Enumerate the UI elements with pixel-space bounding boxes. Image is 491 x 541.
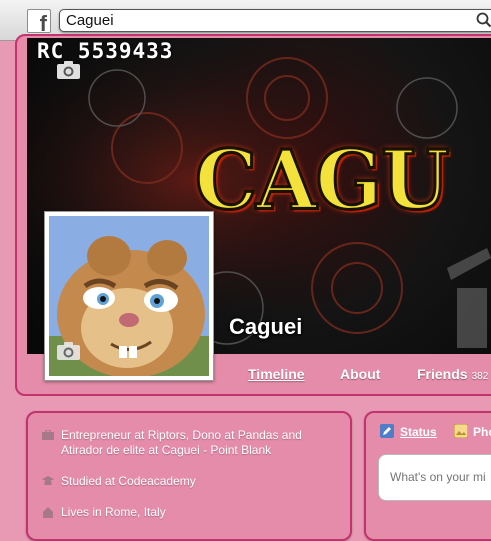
pencil-icon[interactable] xyxy=(380,424,394,438)
tab-timeline[interactable]: Timeline xyxy=(248,366,305,382)
tab-friends[interactable]: Friends 382 xyxy=(417,366,488,382)
photo-icon[interactable] xyxy=(454,424,468,438)
intro-work-text: Entrepreneur at Riptors, Dono at Pandas … xyxy=(61,428,302,457)
tab-status[interactable]: Status xyxy=(400,425,437,439)
graduation-cap-icon xyxy=(42,476,54,485)
intro-location-text: Lives in Rome, Italy xyxy=(61,505,166,519)
tab-about[interactable]: About xyxy=(340,366,380,382)
profile-camera-icon[interactable] xyxy=(56,341,81,361)
status-input[interactable] xyxy=(390,470,491,484)
house-icon xyxy=(43,507,53,518)
intro-education-text: Studied at Codeacademy xyxy=(61,474,196,488)
tab-photo[interactable]: Pho xyxy=(473,425,491,439)
profile-tabs: Timeline About Friends 382 xyxy=(0,366,491,386)
camera-icon[interactable] xyxy=(56,60,81,80)
briefcase-icon xyxy=(42,430,54,440)
search-icon[interactable] xyxy=(476,12,491,28)
profile-name[interactable]: Caguei xyxy=(229,314,302,340)
friends-count: 382 xyxy=(471,371,489,382)
facebook-logo-icon[interactable]: f xyxy=(27,9,51,33)
search-bar xyxy=(59,9,491,32)
composer-box[interactable] xyxy=(378,454,491,501)
search-input[interactable] xyxy=(66,12,466,29)
tab-friends-label: Friends xyxy=(417,366,468,382)
cover-title-art: CAGU xyxy=(193,131,450,230)
